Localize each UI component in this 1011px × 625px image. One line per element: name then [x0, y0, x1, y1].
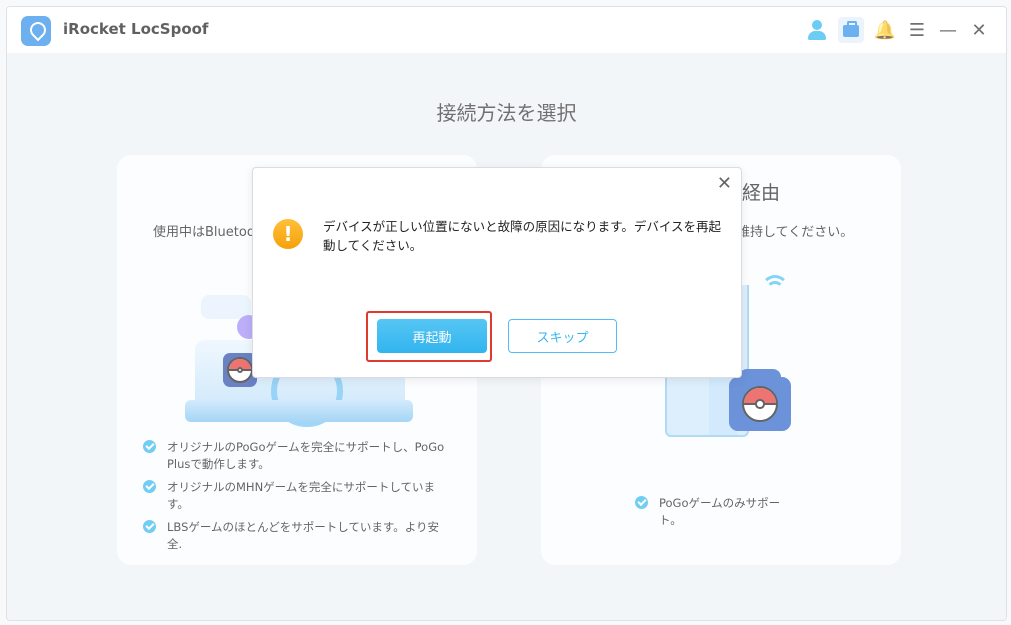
warning-icon: ! [273, 219, 303, 249]
close-icon[interactable]: ✕ [717, 173, 732, 194]
dialog-message: デバイスが正しい位置にないと故障の原因になります。デバイスを再起動してください。 [323, 219, 722, 253]
restart-button[interactable]: 再起動 [377, 319, 487, 353]
skip-button[interactable]: スキップ [508, 319, 617, 353]
restart-dialog: ✕ ! デバイスが正しい位置にないと故障の原因になります。デバイスを再起動してく… [252, 167, 742, 378]
